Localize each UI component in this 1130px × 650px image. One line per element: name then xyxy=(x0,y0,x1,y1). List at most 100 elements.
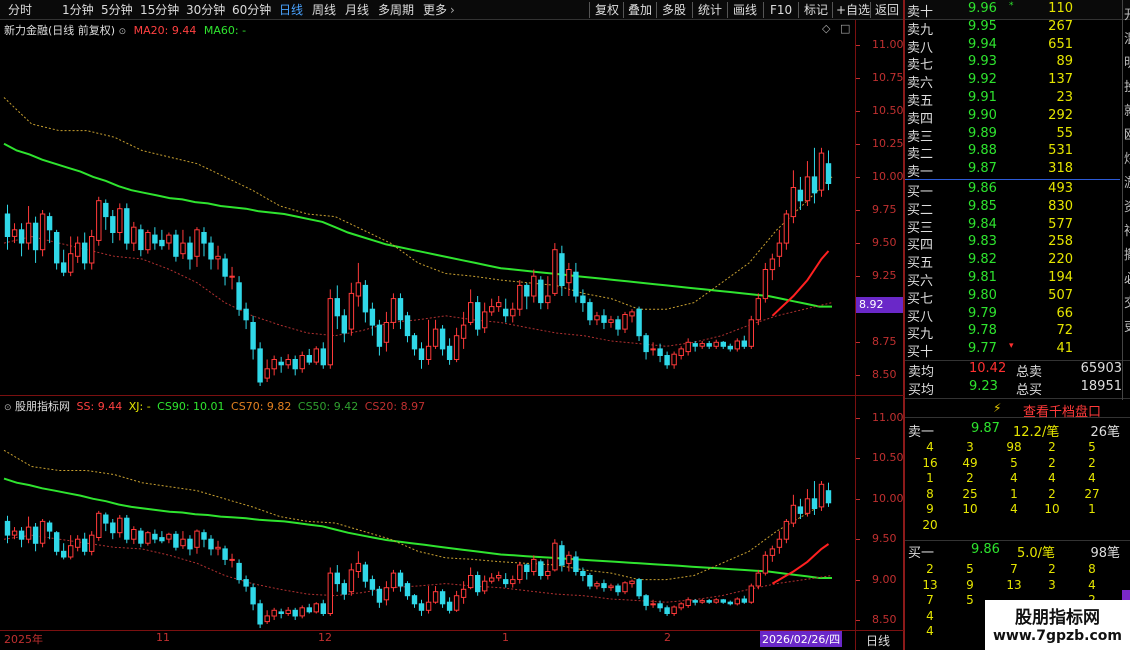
candle-body xyxy=(110,216,116,234)
candle-body xyxy=(75,242,81,257)
clipped-side-panel[interactable]: 开混明投就欧炫游资祥撒必交吏 xyxy=(1122,0,1130,400)
candle-body xyxy=(804,498,811,514)
tab-60min[interactable]: 60分钟 xyxy=(232,2,271,18)
level-price: 9.83 xyxy=(968,234,997,250)
candle-body xyxy=(376,324,383,347)
candle-body xyxy=(601,583,607,589)
stock-title[interactable]: 新力金融(日线 前复权) xyxy=(4,24,115,37)
buy-level-row[interactable]: 买十 9.77 41 ▾ xyxy=(905,341,1129,360)
chevron-right-icon[interactable]: › xyxy=(450,2,455,18)
overlay-button[interactable]: 叠加 xyxy=(628,2,652,18)
level-label: 卖二 xyxy=(907,147,934,163)
level1000-button[interactable]: 查看千档盘口 xyxy=(1023,401,1101,420)
side-panel-glyph: 就 xyxy=(1124,100,1130,119)
tab-15min[interactable]: 15分钟 xyxy=(140,2,179,18)
cs70-readout: CS70: 9.82 xyxy=(231,400,292,413)
sub-indicator-chart[interactable] xyxy=(0,414,855,630)
candle-body xyxy=(446,601,453,611)
candle-body xyxy=(699,600,705,603)
sell-level-row[interactable]: 卖六 9.92 137 xyxy=(905,72,1129,91)
cs-lower-line xyxy=(3,235,833,347)
sell-level-row[interactable]: 卖七 9.93 89 xyxy=(905,54,1129,73)
cs90-readout: CS90: 10.01 xyxy=(157,400,225,413)
dropdown-icon[interactable]: ⊙ xyxy=(4,403,12,413)
sell-level-row[interactable]: 卖二 9.88 531 xyxy=(905,143,1129,163)
sell-level-row[interactable]: 卖五 9.91 23 xyxy=(905,90,1129,109)
buy-level-row[interactable]: 买四 9.83 258 xyxy=(905,234,1129,253)
dropdown-icon[interactable]: ⊙ xyxy=(119,27,127,37)
candle-body xyxy=(580,571,586,576)
candle-body xyxy=(11,229,18,237)
candle-body xyxy=(299,607,305,617)
mark-button[interactable]: 标记 xyxy=(804,2,828,18)
back-button[interactable]: 返回 xyxy=(875,2,899,18)
sell-level-row[interactable]: 卖三 9.89 55 xyxy=(905,126,1129,145)
buy-level-row[interactable]: 买五 9.82 220 xyxy=(905,252,1129,271)
queue-order-size: 7 xyxy=(926,593,934,607)
watermark-logo: 股朋指标网 www.7gpzb.com xyxy=(985,600,1130,650)
buy-level-row[interactable]: 买七 9.80 507 xyxy=(905,288,1129,307)
level1000-bar[interactable]: ⚡ 查看千档盘口 xyxy=(905,398,1130,420)
side-panel-glyph: 开 xyxy=(1124,4,1130,23)
buy-level-row[interactable]: 买八 9.79 66 xyxy=(905,305,1129,325)
tab-5min[interactable]: 5分钟 xyxy=(101,2,133,18)
candle-body xyxy=(783,213,790,244)
add-watchlist-button[interactable]: +自选 xyxy=(836,2,870,18)
price-tick-label: 9.25 xyxy=(872,269,897,283)
level-volume: 194 xyxy=(1048,270,1073,285)
queue-order-size: 2 xyxy=(1048,562,1056,576)
candle-body xyxy=(720,341,726,347)
buy-level-row[interactable]: 买一 9.86 493 xyxy=(905,181,1129,200)
sell-level-row[interactable]: 卖九 9.95 267 xyxy=(905,19,1129,38)
candle-body xyxy=(678,603,684,609)
buy-level-row[interactable]: 买三 9.84 577 xyxy=(905,217,1129,236)
buy-level-row[interactable]: 买九 9.78 72 xyxy=(905,323,1129,342)
side-panel-glyph: 炫 xyxy=(1124,148,1130,167)
f10-button[interactable]: F10 xyxy=(770,2,792,18)
indicator-title[interactable]: 股朋指标网 xyxy=(15,400,70,413)
sell-level-row[interactable]: 卖一 9.87 318 xyxy=(905,161,1129,180)
buy-level-row[interactable]: 买六 9.81 194 xyxy=(905,270,1129,289)
candle-body xyxy=(96,200,102,241)
candle-body xyxy=(671,606,677,614)
candle-body xyxy=(54,232,60,264)
period-label[interactable]: 日线 xyxy=(866,632,890,649)
price-tick-label: 11.00 xyxy=(872,411,904,424)
sell-level-row[interactable]: 卖八 9.94 651 xyxy=(905,37,1129,56)
tab-more[interactable]: 更多 xyxy=(423,2,447,18)
stats-button[interactable]: 统计 xyxy=(698,2,722,18)
adjust-button[interactable]: 复权 xyxy=(595,2,619,18)
square-icon[interactable]: □ xyxy=(840,22,850,35)
multi-stock-button[interactable]: 多股 xyxy=(662,2,686,18)
tab-30min[interactable]: 30分钟 xyxy=(186,2,225,18)
candle-body xyxy=(643,335,649,353)
sell-level-row[interactable]: 卖四 9.90 292 xyxy=(905,108,1129,127)
tab-daily[interactable]: 日线 xyxy=(279,2,303,18)
tab-1min[interactable]: 1分钟 xyxy=(62,2,94,18)
tab-multi-period[interactable]: 多周期 xyxy=(378,2,414,18)
candle-body xyxy=(18,530,25,540)
price-tick-label: 9.75 xyxy=(872,203,897,216)
date-label: 2 xyxy=(664,631,671,644)
date-label: 11 xyxy=(156,631,170,644)
diamond-icon[interactable]: ◇ xyxy=(822,22,830,35)
total-buy-volume: 18951 xyxy=(1080,379,1122,394)
candle-body xyxy=(46,522,53,532)
candle-body xyxy=(285,359,291,366)
buy-level-row[interactable]: 买二 9.85 830 xyxy=(905,198,1129,218)
candle-body xyxy=(376,588,383,603)
tab-weekly[interactable]: 周线 xyxy=(312,2,336,18)
candle-body xyxy=(629,311,635,317)
level-price: 9.79 xyxy=(968,305,997,321)
tab-intraday[interactable]: 分时 xyxy=(8,2,32,18)
candle-body xyxy=(671,353,677,366)
level-volume: 830 xyxy=(1048,198,1073,214)
candle-body xyxy=(713,341,719,347)
price-tick-label: 8.50 xyxy=(872,613,897,626)
candle-body xyxy=(390,572,397,589)
sell-level-row[interactable]: 卖十 9.96 110 * xyxy=(905,1,1129,20)
main-candlestick-chart[interactable] xyxy=(0,38,855,386)
tab-monthly[interactable]: 月线 xyxy=(345,2,369,18)
draw-line-button[interactable]: 画线 xyxy=(733,2,757,18)
candle-body xyxy=(187,538,193,550)
